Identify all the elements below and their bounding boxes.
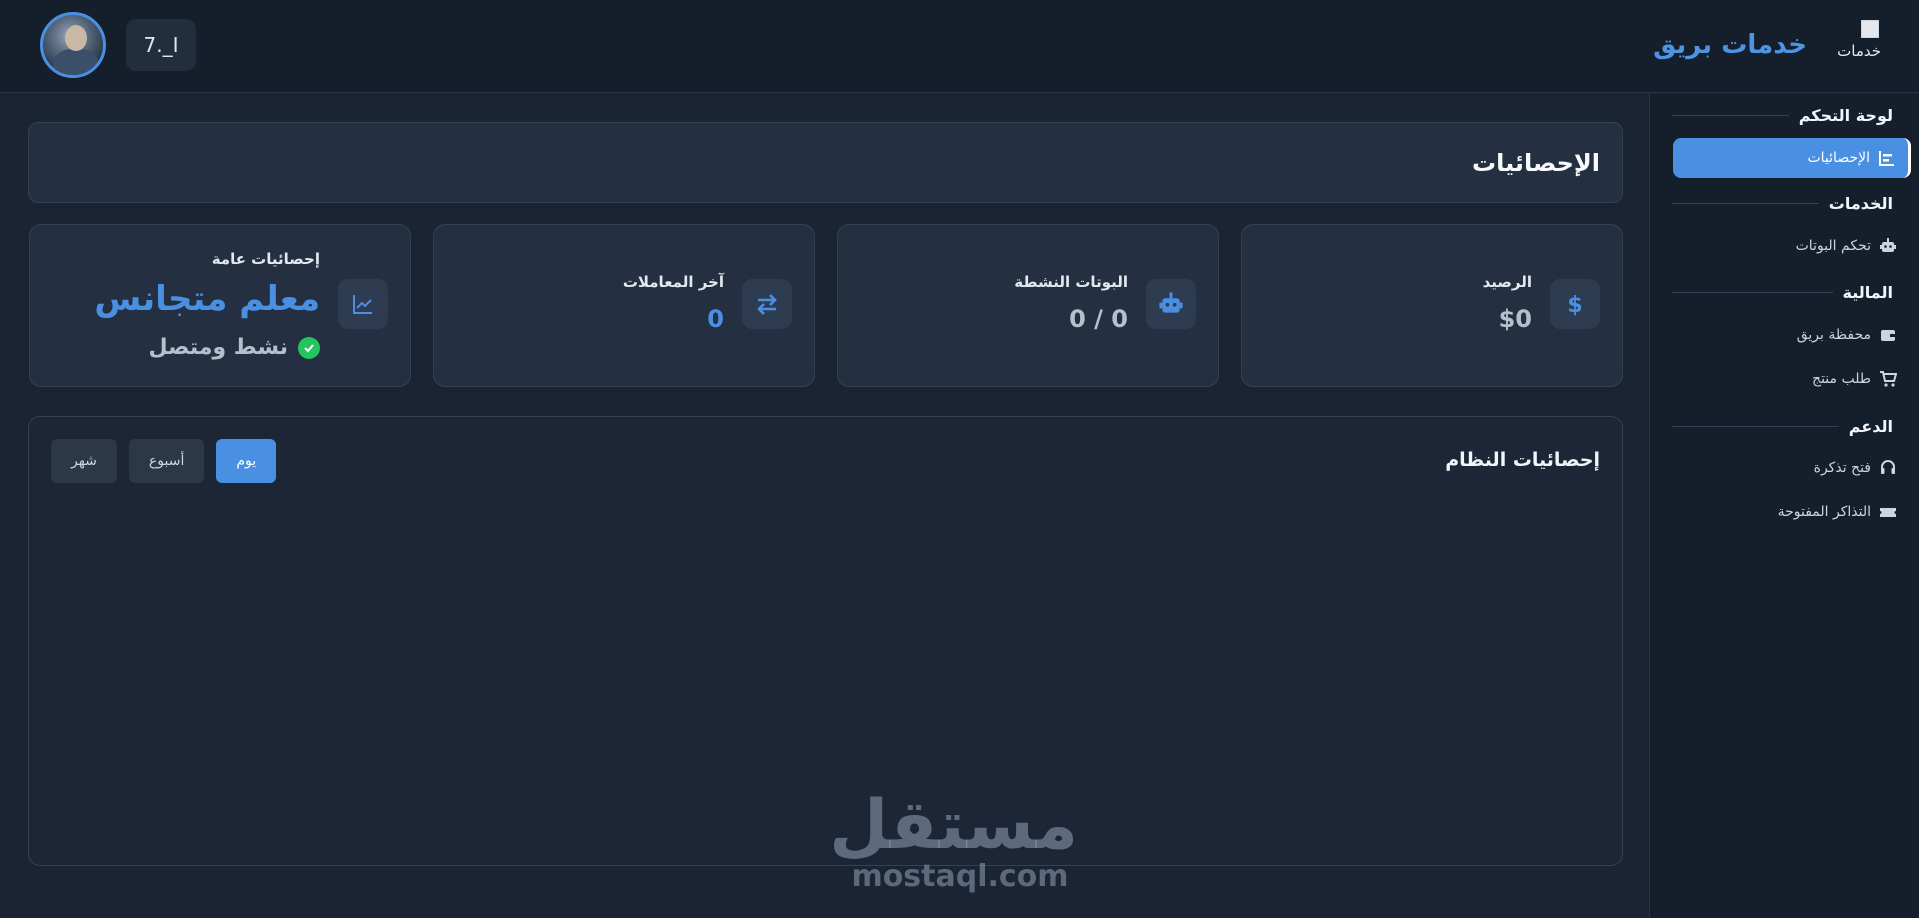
main-content: الإحصائيات $ الرصيد $0 البوتات النشطة 0 … [28, 122, 1623, 866]
range-week-button[interactable]: أسبوع [128, 439, 205, 483]
sidebar-item-open-tickets[interactable]: التذاكر المفتوحة [1778, 495, 1897, 529]
range-month-button[interactable]: شهر [51, 439, 117, 483]
system-stats-panel: إحصائيات النظام يوم أسبوع شهر [28, 416, 1623, 866]
connection-status-text: نشط ومتصل [148, 335, 288, 360]
system-stats-title: إحصائيات النظام [1445, 449, 1600, 471]
user-menu-button[interactable]: 7._I [126, 19, 196, 71]
transactions-value: 0 [707, 305, 724, 333]
watermark: مستقل mostaql.com [829, 786, 1078, 894]
page-header: الإحصائيات [28, 122, 1623, 203]
sidebar-item-label: الإحصائيات [1807, 150, 1870, 166]
balance-title: الرصيد [1482, 273, 1532, 291]
line-chart-icon [338, 279, 388, 329]
transactions-card: آخر المعاملات 0 [433, 224, 815, 387]
avatar[interactable] [40, 12, 106, 78]
robot-icon [1146, 279, 1196, 329]
sidebar-section-label: الخدمات [1828, 194, 1893, 213]
sidebar-section-label: المالية [1842, 283, 1893, 302]
watermark-arabic: مستقل [829, 786, 1078, 865]
sidebar-section-support: الدعم [1672, 417, 1893, 436]
sidebar-item-statistics[interactable]: الإحصائيات [1673, 138, 1911, 178]
sidebar-section-dashboard: لوحة التحكم [1672, 106, 1893, 125]
watermark-latin: mostaql.com [851, 859, 1069, 894]
dollar-icon: $ [1550, 279, 1600, 329]
sidebar-item-label: تحكم البوتات [1795, 238, 1871, 254]
cart-icon [1879, 370, 1897, 388]
sidebar-item-label: التذاكر المفتوحة [1777, 504, 1871, 520]
sidebar-item-label: فتح تذكرة [1813, 460, 1871, 476]
sidebar-section-label: الدعم [1848, 417, 1893, 436]
headset-icon [1879, 459, 1897, 477]
divider [1672, 115, 1789, 116]
broken-image-icon [1861, 20, 1879, 38]
sidebar-item-label: محفظة بريق [1796, 327, 1871, 343]
divider [1672, 292, 1833, 293]
ticket-icon [1879, 503, 1897, 521]
sidebar-section-services: الخدمات [1672, 194, 1893, 213]
robot-icon [1879, 237, 1897, 255]
transactions-title: آخر المعاملات [622, 273, 724, 291]
brand-logo-alt: خدمات [1837, 42, 1881, 60]
connection-status: نشط ومتصل [149, 335, 320, 360]
range-selector: يوم أسبوع شهر [51, 439, 277, 483]
general-stats-card: إحصائيات عامة معلم متجانس نشط ومتصل [29, 224, 411, 387]
brand-title[interactable]: خدمات بريق [1653, 30, 1807, 60]
active-bots-value: 0 / 0 [1069, 305, 1128, 333]
general-stats-title: إحصائيات عامة [211, 250, 320, 268]
sidebar: لوحة التحكم الإحصائيات الخدمات تحكم البو… [1649, 94, 1919, 918]
balance-value: $0 [1498, 305, 1532, 333]
sidebar-item-bots[interactable]: تحكم البوتات [1796, 229, 1897, 263]
general-stats-name: معلم متجانس [94, 279, 320, 319]
stats-cards: $ الرصيد $0 البوتات النشطة 0 / 0 آخر الم… [28, 224, 1623, 387]
svg-text:$: $ [1567, 293, 1582, 317]
brand[interactable]: خدمات خدمات بريق [1653, 20, 1881, 70]
sidebar-item-label: طلب منتج [1812, 371, 1871, 387]
page-title: الإحصائيات [1472, 148, 1600, 177]
divider [1672, 203, 1819, 204]
balance-card: $ الرصيد $0 [1241, 224, 1623, 387]
sidebar-item-wallet[interactable]: محفظة بريق [1797, 318, 1897, 352]
active-bots-title: البوتات النشطة [1014, 273, 1128, 291]
sidebar-item-open-ticket[interactable]: فتح تذكرة [1814, 451, 1897, 485]
sidebar-section-label: لوحة التحكم [1798, 106, 1893, 125]
brand-logo: خدمات [1831, 20, 1881, 70]
active-bots-card: البوتات النشطة 0 / 0 [837, 224, 1219, 387]
exchange-icon [742, 279, 792, 329]
wallet-icon [1879, 326, 1897, 344]
chart-icon [1878, 149, 1896, 167]
user-area: 7._I [40, 12, 196, 78]
range-day-button[interactable]: يوم [216, 439, 277, 483]
check-circle-icon [298, 336, 320, 359]
sidebar-section-finance: المالية [1672, 283, 1893, 302]
sidebar-item-order-product[interactable]: طلب منتج [1812, 362, 1897, 396]
divider [1672, 426, 1839, 427]
top-bar: خدمات خدمات بريق 7._I [0, 0, 1919, 93]
